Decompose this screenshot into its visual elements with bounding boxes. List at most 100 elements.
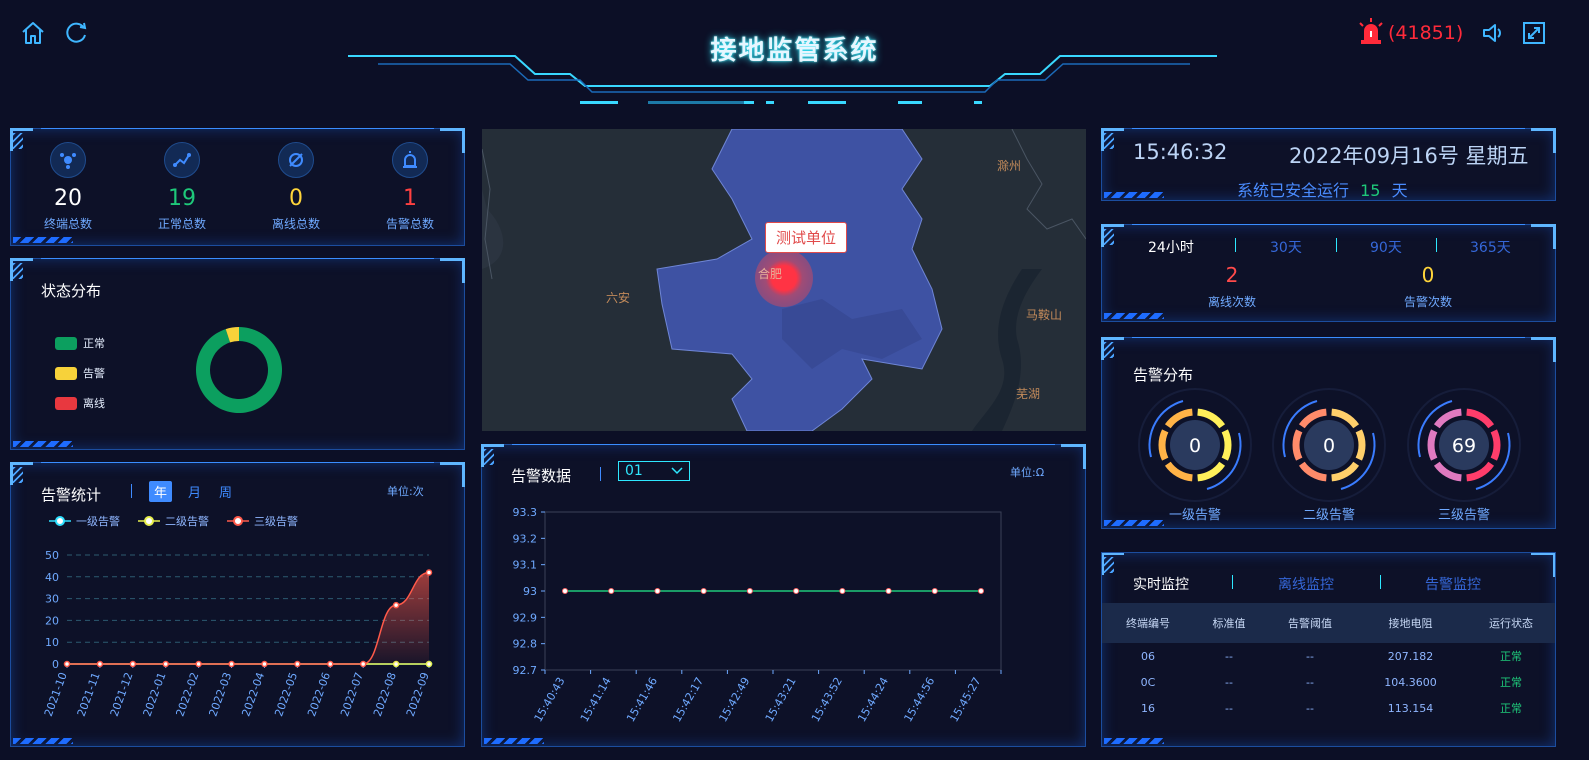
y-tick-2: 92.9 [513,611,538,624]
y-tick-4: 93.1 [513,559,538,572]
x-tick-8: 15:44:56 [901,675,937,724]
legend-label-0: 一级告警 [76,514,120,528]
siren-icon [392,142,428,178]
offline-icon [278,142,314,178]
gauge-segment-0-4 [1158,429,1169,461]
unit-label: 单位:次 [387,485,424,498]
map-label-luan: 六安 [606,291,631,305]
volume-icon[interactable] [1480,20,1506,46]
map-label-hefei: 合肥 [758,267,783,281]
y-tick-6: 93.3 [513,506,538,519]
series-point-2-7 [294,660,301,668]
x-tick-4: 15:42:49 [717,675,753,724]
x-tick-9: 15:45:27 [948,675,984,724]
data-point-9 [978,588,984,594]
series-line-2 [66,571,430,665]
cell: 0C [1140,675,1156,689]
clock-panel: 15:46:32 2022年09月16号 星期五 系统已安全运行 15 天 [1101,128,1556,201]
stat-terminal-total: 20 终端总数 [18,142,118,232]
x-tick-6: 15:43:52 [809,675,845,724]
tab-30d[interactable]: 30天 [1270,237,1302,257]
tab-alarm-monitor[interactable]: 告警监控 [1425,574,1481,594]
data-point-0 [562,588,568,594]
map-popup[interactable]: 测试单位 [765,222,848,253]
fullscreen-icon[interactable] [1521,20,1547,46]
map-label-chuzhou: 滁州 [997,159,1022,173]
status-donut-chart [196,327,282,413]
x-tick-6: 2022-04 [239,671,267,719]
y-tick-2: 20 [45,614,59,627]
tab-realtime[interactable]: 实时监控 [1133,574,1189,594]
tab-365d[interactable]: 365天 [1470,237,1511,257]
table-row[interactable]: 06 -- -- 207.182 正常 [1102,643,1555,669]
series-point-2-4 [195,660,202,668]
page-title: 接地监管系统 [710,36,879,66]
series-point-2-0 [63,660,71,668]
gauge-label-level1: 一级告警 [1168,508,1221,523]
chevron-down-icon [671,467,683,475]
data-point-5 [793,588,800,594]
x-tick-5: 2022-03 [206,671,234,719]
stat-label: 终端总数 [43,217,92,231]
series-point-2-10 [392,601,400,609]
stat-label: 正常总数 [157,217,206,231]
alarm-light-icon[interactable] [1356,16,1386,46]
clock-date: 2022年09月16号 星期五 [1289,144,1529,168]
y-tick-3: 93 [523,585,537,598]
legend-alarm[interactable]: 告警 [55,365,105,381]
home-icon[interactable] [20,20,46,46]
x-tick-1: 15:41:14 [578,675,614,724]
x-tick-4: 2022-02 [174,671,202,719]
legend-label-2: 三级告警 [254,514,298,528]
legend-label: 告警 [83,367,105,380]
terminal-select[interactable]: 01 [618,461,690,481]
panel-title: 告警数据 [511,467,572,485]
trend-icon [164,142,200,178]
cell-status: 正常 [1500,676,1522,689]
cell: -- [1306,649,1314,663]
series-point-2-6 [261,660,268,668]
divider [1336,238,1337,252]
cell: 16 [1141,701,1155,715]
data-point-6 [839,588,846,594]
cell-status: 正常 [1500,702,1522,715]
gauge-value-2: 69 [1452,435,1476,457]
period-tabs: 年 月 周 [149,481,234,502]
tab-week[interactable]: 周 [217,481,234,502]
x-tick-8: 2022-06 [305,671,333,719]
y-tick-0: 92.7 [513,664,538,677]
run-suffix: 天 [1391,181,1408,200]
tab-24h[interactable]: 24小时 [1148,237,1194,257]
legend-label: 正常 [83,337,105,350]
legend-normal[interactable]: 正常 [55,335,105,351]
legend-offline[interactable]: 离线 [55,395,105,411]
gauge-value-1: 0 [1323,435,1335,457]
status-distribution-panel: 状态分布 正常 告警 离线 [10,258,465,450]
gauge-value-0: 0 [1189,435,1201,457]
table-row[interactable]: 16 -- -- 113.154 正常 [1102,695,1555,721]
series-point-2-5 [228,660,235,668]
refresh-icon[interactable] [63,20,89,46]
x-tick-10: 2022-08 [371,671,399,719]
tab-year[interactable]: 年 [149,481,173,502]
alarm-gauges: 0 0 69 [1138,388,1521,502]
alarm-count[interactable]: (41851) [1388,22,1463,44]
legend-marker-2 [233,516,243,526]
tab-month[interactable]: 月 [186,481,203,502]
tab-90d[interactable]: 90天 [1370,237,1402,257]
gauge-segment-1-1 [1355,429,1366,461]
tab-offline-monitor[interactable]: 离线监控 [1278,574,1334,594]
series-point-2-11 [425,569,433,576]
x-tick-2: 2021-12 [108,671,136,719]
table-row[interactable]: 0C -- -- 104.3600 正常 [1102,669,1555,695]
monitor-panel: 实时监控 离线监控 告警监控 终端编号 标准值 告警阈值 接地电阻 运行状态 0… [1101,552,1556,747]
map-label-maanshan: 马鞍山 [1026,308,1063,322]
series-point-2-3 [162,660,169,668]
x-tick-0: 2021-10 [42,671,70,719]
cell: 06 [1141,649,1155,663]
x-tick-1: 2021-11 [75,671,103,719]
divider [1235,238,1236,252]
cell: -- [1225,701,1233,715]
map-panel[interactable]: 滁州 六安 马鞍山 芜湖 合肥 测试单位 [482,129,1086,431]
stat-value: 0 [289,186,303,211]
